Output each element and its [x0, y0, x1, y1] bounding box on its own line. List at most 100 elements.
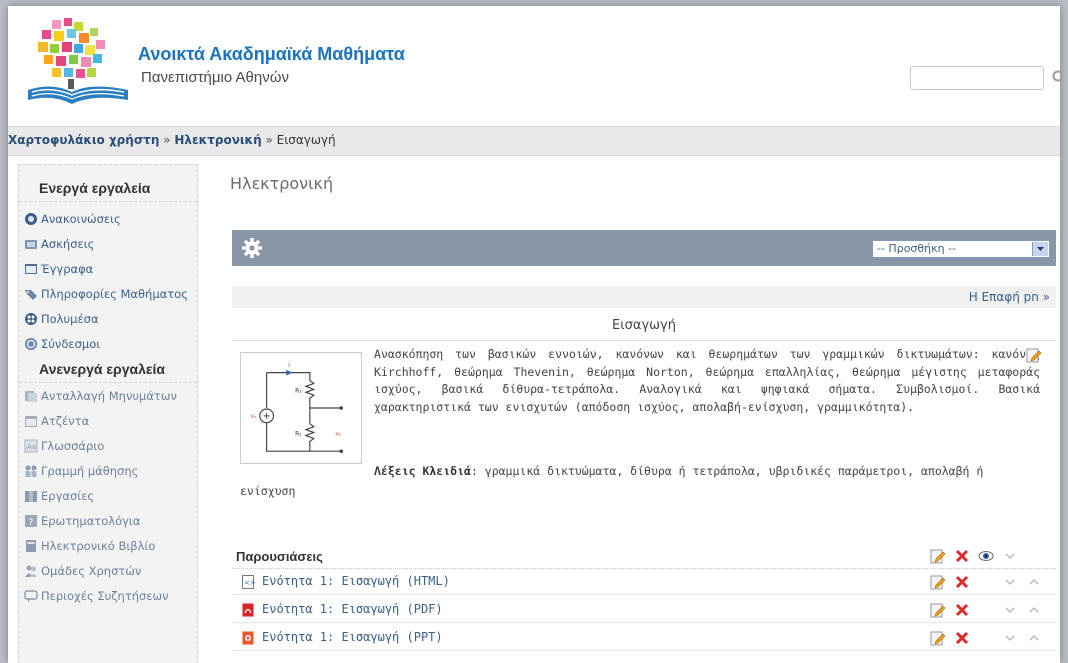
visibility-eye-icon[interactable]: [978, 548, 994, 564]
page-frame: Ανοικτά Ακαδημαϊκά Μαθήματα Πανεπιστήμιο…: [8, 6, 1060, 663]
edit-icon[interactable]: [930, 548, 946, 564]
move-down-icon[interactable]: [1002, 630, 1018, 646]
move-down-icon[interactable]: [1002, 574, 1018, 590]
ebook-icon: [23, 538, 38, 553]
resource-row[interactable]: Ενότητα 1: Εισαγωγή (PDF): [232, 598, 1056, 623]
section-title: Εισαγωγή: [612, 318, 676, 333]
breadcrumb: Χαρτοφυλάκιο χρήστη » Ηλεκτρονική » Εισα…: [8, 126, 1060, 156]
user-groups-icon: [23, 563, 38, 578]
sidebar-item-documents[interactable]: Έγγραφα: [19, 256, 197, 281]
svg-text:<>: <>: [244, 579, 255, 587]
breadcrumb-current: Εισαγωγή: [276, 133, 336, 147]
presentations-header: Παρουσιάσεις: [232, 544, 1056, 569]
circuit-diagram-image: i R₁ R₂ vₛ vₒ: [240, 352, 362, 464]
questionnaire-icon: ?: [23, 513, 38, 528]
vs-label: vₛ: [251, 414, 257, 420]
site-title[interactable]: Ανοικτά Ακαδημαϊκά Μαθήματα: [138, 44, 405, 65]
move-up-icon[interactable]: [1026, 574, 1042, 590]
sidebar-item-label: Σύνδεσμοι: [41, 336, 101, 351]
add-resource-select[interactable]: -- Προσθήκη --: [872, 240, 1050, 258]
pdf-file-icon: [242, 603, 254, 617]
sidebar-item-label: Πολυμέσα: [41, 311, 99, 326]
sidebar-item-user-groups[interactable]: Ομάδες Χρηστών: [19, 558, 197, 583]
sidebar-item-agenda[interactable]: Ατζέντα: [19, 408, 197, 433]
breadcrumb-course[interactable]: Ηλεκτρονική: [174, 133, 261, 147]
edit-icon[interactable]: [930, 574, 946, 590]
move-down-icon[interactable]: [1002, 602, 1018, 618]
add-select-value: -- Προσθήκη --: [877, 242, 956, 255]
sidebar-item-label: Γραμμή μάθησης: [41, 463, 139, 478]
r2-label: R₂: [295, 432, 301, 438]
sidebar-item-forums[interactable]: Περιοχές Συζητήσεων: [19, 583, 197, 608]
sidebar-item-label: Ομάδες Χρηστών: [41, 563, 142, 578]
sidebar-item-questionnaire[interactable]: ? Ερωτηματολόγια: [19, 508, 197, 533]
exercises-icon: [23, 236, 38, 251]
search-icon[interactable]: [1052, 70, 1060, 84]
sidebar-item-assignments[interactable]: Εργασίες: [19, 483, 197, 508]
edit-icon[interactable]: [1026, 347, 1042, 363]
ppt-file-icon: [242, 631, 254, 645]
sidebar-item-exercises[interactable]: Ασκήσεις: [19, 231, 197, 256]
section-divider: [232, 340, 1056, 341]
resource-link[interactable]: Ενότητα 1: Εισαγωγή (HTML): [262, 574, 450, 588]
sidebar-item-course-info[interactable]: Πληροφορίες Μαθήματος: [19, 281, 197, 306]
resource-link[interactable]: Ενότητα 1: Εισαγωγή (PDF): [262, 602, 443, 616]
sidebar-item-label: Γλωσσάριο: [41, 438, 105, 453]
logo-icon[interactable]: [22, 16, 134, 116]
r1-label: R₁: [295, 388, 302, 394]
active-tools-heading: Ενεργά εργαλεία: [19, 175, 197, 202]
delete-icon[interactable]: [954, 548, 970, 564]
move-down-icon[interactable]: [1002, 548, 1018, 564]
sidebar-item-label: Περιοχές Συζητήσεων: [41, 588, 169, 603]
move-up-icon[interactable]: [1026, 630, 1042, 646]
html-file-icon: <>: [242, 575, 255, 589]
sidebar-item-multimedia[interactable]: Πολυμέσα: [19, 306, 197, 331]
resource-row[interactable]: <> Ενότητα 1: Εισαγωγή (HTML): [232, 570, 1056, 595]
sidebar-item-ebook[interactable]: Ηλεκτρονικό Βιβλίο: [19, 533, 197, 558]
links-icon: [23, 336, 38, 351]
agenda-icon: [23, 413, 38, 428]
next-unit-link[interactable]: Η Επαφή pn »: [969, 290, 1056, 304]
delete-icon[interactable]: [954, 574, 970, 590]
site-subtitle: Πανεπιστήμιο Αθηνών: [141, 69, 289, 86]
multimedia-icon: [23, 311, 38, 326]
learning-path-icon: [23, 463, 38, 478]
course-info-icon: [23, 286, 38, 301]
resource-row[interactable]: Ενότητα 1: Εισαγωγή (PPT): [232, 626, 1056, 651]
edit-icon[interactable]: [930, 602, 946, 618]
section-description: Ανασκόπηση των βασικών εννοιών, κανόνων …: [374, 347, 1040, 414]
sidebar-item-label: Ασκήσεις: [41, 236, 95, 251]
sidebar-item-announcements[interactable]: Ανακοινώσεις: [19, 206, 197, 231]
keywords: Λέξεις Κλειδιά: γραμμικά δικτυώματα, δίθ…: [374, 464, 1040, 478]
keywords-continuation: ενίσχυση: [240, 484, 296, 498]
sidebar-item-links[interactable]: Σύνδεσμοι: [19, 331, 197, 356]
chevron-down-icon[interactable]: [1032, 242, 1048, 256]
move-up-icon[interactable]: [1026, 602, 1042, 618]
svg-text:?: ?: [28, 518, 33, 528]
course-toolbar: -- Προσθήκη --: [232, 230, 1056, 266]
announcements-icon: [23, 211, 38, 226]
unit-nav-strip: Η Επαφή pn »: [232, 286, 1056, 308]
sidebar-item-label: Ανακοινώσεις: [41, 211, 121, 226]
keywords-label: Λέξεις Κλειδιά: [374, 464, 471, 478]
gear-icon[interactable]: [241, 237, 263, 259]
inactive-tools-heading: Ανενεργά εργαλεία: [19, 356, 197, 383]
sidebar-item-label: Εργασίες: [41, 488, 95, 503]
current-label: i: [288, 363, 290, 369]
sidebar-item-messages[interactable]: Ανταλλαγή Μηνυμάτων: [19, 383, 197, 408]
vo-label: vₒ: [335, 432, 341, 438]
search-input[interactable]: [910, 66, 1044, 90]
delete-icon[interactable]: [954, 602, 970, 618]
sidebar-item-label: Ερωτηματολόγια: [41, 513, 141, 528]
glossary-icon: Aa: [23, 438, 38, 453]
presentations-title: Παρουσιάσεις: [236, 549, 323, 564]
delete-icon[interactable]: [954, 630, 970, 646]
svg-text:Aa: Aa: [27, 443, 36, 451]
breadcrumb-portfolio[interactable]: Χαρτοφυλάκιο χρήστη: [8, 133, 159, 147]
resource-link[interactable]: Ενότητα 1: Εισαγωγή (PPT): [262, 630, 443, 644]
edit-icon[interactable]: [930, 630, 946, 646]
site-header: Ανοικτά Ακαδημαϊκά Μαθήματα Πανεπιστήμιο…: [8, 6, 1060, 124]
sidebar-item-label: Ηλεκτρονικό Βιβλίο: [41, 538, 156, 553]
sidebar-item-learning-path[interactable]: Γραμμή μάθησης: [19, 458, 197, 483]
sidebar-item-glossary[interactable]: Aa Γλωσσάριο: [19, 433, 197, 458]
